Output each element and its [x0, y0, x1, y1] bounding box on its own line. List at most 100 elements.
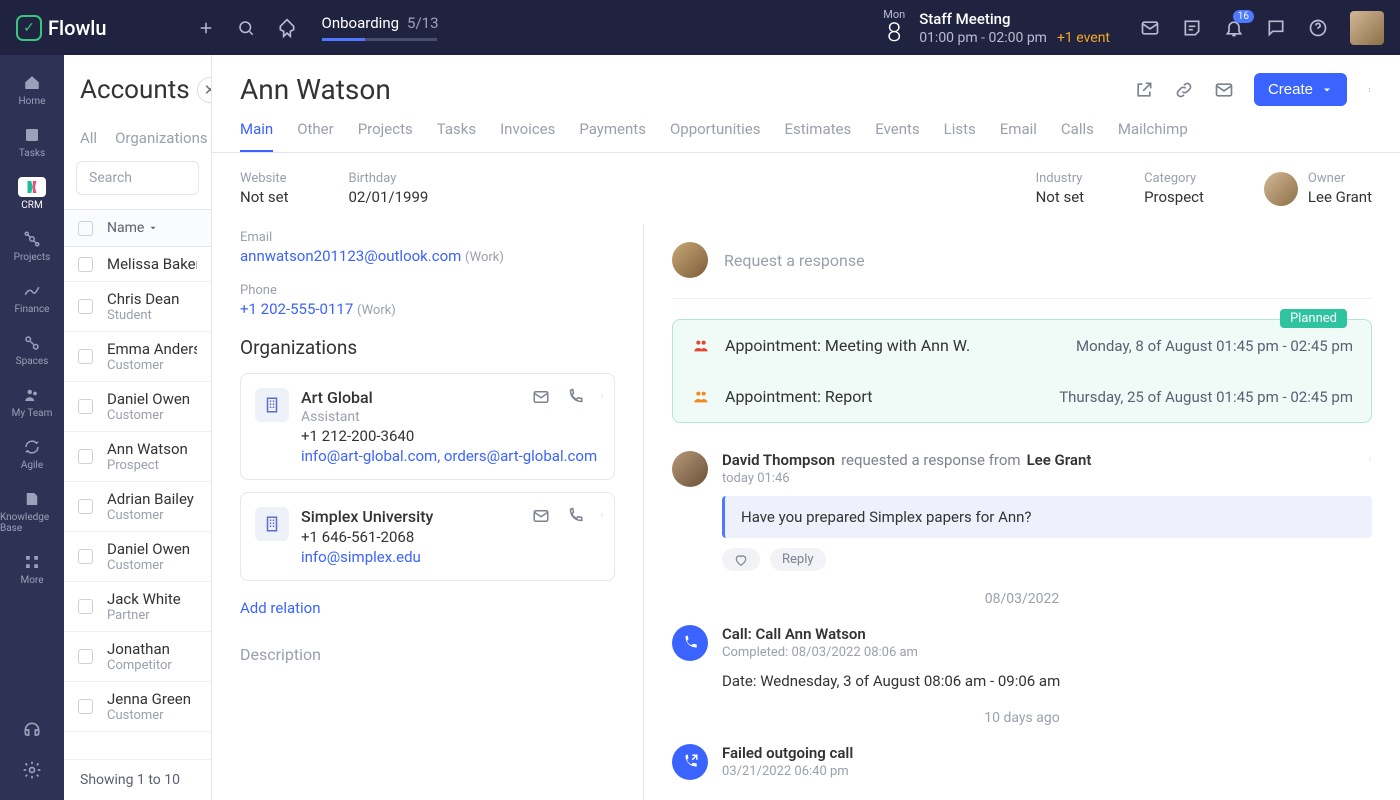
reply-button[interactable]: Reply [770, 548, 826, 571]
row-checkbox[interactable] [78, 449, 93, 464]
tab-tasks[interactable]: Tasks [437, 120, 476, 152]
event-more: +1 event [1057, 30, 1110, 46]
add-icon[interactable] [197, 19, 215, 37]
organization-card[interactable]: Simplex University +1 646-561-2068 info@… [240, 492, 615, 581]
sidebar-item-knowledge[interactable]: Knowledge Base [0, 481, 64, 542]
appointment-item[interactable]: Appointment: Meeting with Ann W. Monday,… [673, 320, 1371, 371]
people-icon [691, 389, 711, 405]
org-call-icon[interactable] [566, 388, 584, 406]
email-link[interactable]: annwatson201123@outlook.com [240, 247, 461, 265]
calendar-event-widget[interactable]: Mon 8 Staff Meeting 01:00 pm - 02:00 pm … [883, 9, 1110, 46]
user-avatar[interactable] [1350, 11, 1384, 45]
open-external-icon[interactable] [1134, 80, 1154, 100]
row-checkbox[interactable] [78, 399, 93, 414]
create-button[interactable]: Create [1254, 73, 1347, 106]
phone-link[interactable]: +1 202-555-0117 [240, 300, 353, 318]
row-checkbox[interactable] [78, 499, 93, 514]
sidebar-item-projects[interactable]: Projects [0, 221, 64, 271]
row-checkbox[interactable] [78, 349, 93, 364]
search-icon[interactable] [237, 19, 255, 37]
tab-organizations[interactable]: Organizations [115, 129, 208, 147]
tab-projects[interactable]: Projects [358, 120, 413, 152]
link-icon[interactable] [1174, 80, 1194, 100]
add-relation-link[interactable]: Add relation [240, 599, 321, 617]
list-footer: Showing 1 to 10 [64, 759, 211, 800]
row-checkbox[interactable] [78, 257, 93, 272]
note-icon[interactable] [1182, 18, 1202, 38]
info-strip: WebsiteNot set Birthday02/01/1999 Indust… [212, 153, 1400, 224]
owner-avatar [1264, 172, 1298, 206]
tab-mailchimp[interactable]: Mailchimp [1118, 120, 1188, 152]
org-more-icon[interactable] [600, 388, 604, 406]
table-row[interactable]: Emma AndersonCustomer [64, 332, 211, 382]
search-input[interactable]: Search [76, 161, 199, 195]
brand-logo[interactable]: ✓ Flowlu [16, 15, 107, 41]
brand-name: Flowlu [48, 16, 107, 40]
tab-invoices[interactable]: Invoices [500, 120, 555, 152]
table-row[interactable]: Daniel OwenCustomer [64, 382, 211, 432]
feed-call: Call: Call Ann Watson Completed: 08/03/2… [672, 625, 1372, 690]
row-checkbox[interactable] [78, 299, 93, 314]
row-checkbox[interactable] [78, 599, 93, 614]
pin-icon[interactable] [277, 18, 297, 38]
tab-all[interactable]: All [80, 129, 97, 147]
org-mail-icon[interactable] [532, 388, 550, 406]
appointment-item[interactable]: Appointment: Report Thursday, 25 of Augu… [673, 371, 1371, 422]
date-separator: 08/03/2022 [672, 591, 1372, 607]
building-icon [255, 388, 289, 422]
organization-card[interactable]: Art Global Assistant +1 212-200-3640 inf… [240, 373, 615, 480]
tab-email[interactable]: Email [1000, 120, 1037, 152]
org-more-icon[interactable] [600, 507, 604, 525]
tab-opportunities[interactable]: Opportunities [670, 120, 761, 152]
row-checkbox[interactable] [78, 649, 93, 664]
tab-main[interactable]: Main [240, 120, 273, 152]
tab-events[interactable]: Events [875, 120, 919, 152]
post-author-avatar[interactable] [672, 451, 708, 487]
table-row[interactable]: Chris DeanStudent [64, 282, 211, 332]
sidebar-item-crm[interactable]: CRM [0, 169, 64, 219]
sidebar-item-finance[interactable]: Finance [0, 273, 64, 323]
table-row[interactable]: JonathanCompetitor [64, 632, 211, 682]
request-response-input[interactable]: Request a response [672, 242, 1372, 299]
tab-other[interactable]: Other [297, 120, 334, 152]
chat-icon[interactable] [1266, 18, 1286, 38]
select-all-checkbox[interactable] [78, 221, 93, 236]
table-row[interactable]: Ann WatsonProspect [64, 432, 211, 482]
phone-outgoing-icon [672, 744, 708, 780]
sidebar-item-more[interactable]: More [0, 544, 64, 594]
more-icon[interactable] [1367, 81, 1372, 99]
accounts-list-panel: ✕ Accounts All Organizations Search Name… [64, 55, 212, 800]
tab-estimates[interactable]: Estimates [784, 120, 851, 152]
table-row[interactable]: Adrian BaileyCustomer [64, 482, 211, 532]
top-bar: ✓ Flowlu Onboarding 5/13 Mon 8 Staff Mee… [0, 0, 1400, 55]
row-checkbox[interactable] [78, 549, 93, 564]
onboarding-widget[interactable]: Onboarding 5/13 [322, 14, 439, 41]
post-more-icon[interactable] [1368, 451, 1372, 467]
phone-icon [672, 625, 708, 661]
table-row[interactable]: Jenna GreenCustomer [64, 682, 211, 732]
sidebar-item-home[interactable]: Home [0, 65, 64, 115]
row-checkbox[interactable] [78, 699, 93, 714]
sidebar-settings-icon[interactable] [22, 760, 42, 780]
sidebar-item-agile[interactable]: Agile [0, 429, 64, 479]
org-mail-icon[interactable] [532, 507, 550, 525]
like-button[interactable] [722, 548, 760, 571]
help-icon[interactable] [1308, 18, 1328, 38]
org-call-icon[interactable] [566, 507, 584, 525]
mail-icon[interactable] [1140, 18, 1160, 38]
sidebar-item-myteam[interactable]: My Team [0, 377, 64, 427]
table-row[interactable]: Daniel OwenCustomer [64, 532, 211, 582]
table-row[interactable]: Jack WhitePartner [64, 582, 211, 632]
sidebar-item-tasks[interactable]: Tasks [0, 117, 64, 167]
tab-lists[interactable]: Lists [944, 120, 976, 152]
table-row[interactable]: Melissa Baker [64, 247, 211, 282]
column-name[interactable]: Name [107, 220, 158, 236]
sidebar-item-spaces[interactable]: Spaces [0, 325, 64, 375]
sidebar-support-icon[interactable] [22, 720, 42, 740]
bell-icon[interactable]: 16 [1224, 18, 1244, 38]
send-mail-icon[interactable] [1214, 80, 1234, 100]
tab-payments[interactable]: Payments [579, 120, 646, 152]
owner-block[interactable]: OwnerLee Grant [1264, 171, 1372, 206]
activity-feed: Request a response Planned Appointment: … [644, 224, 1400, 800]
tab-calls[interactable]: Calls [1061, 120, 1094, 152]
